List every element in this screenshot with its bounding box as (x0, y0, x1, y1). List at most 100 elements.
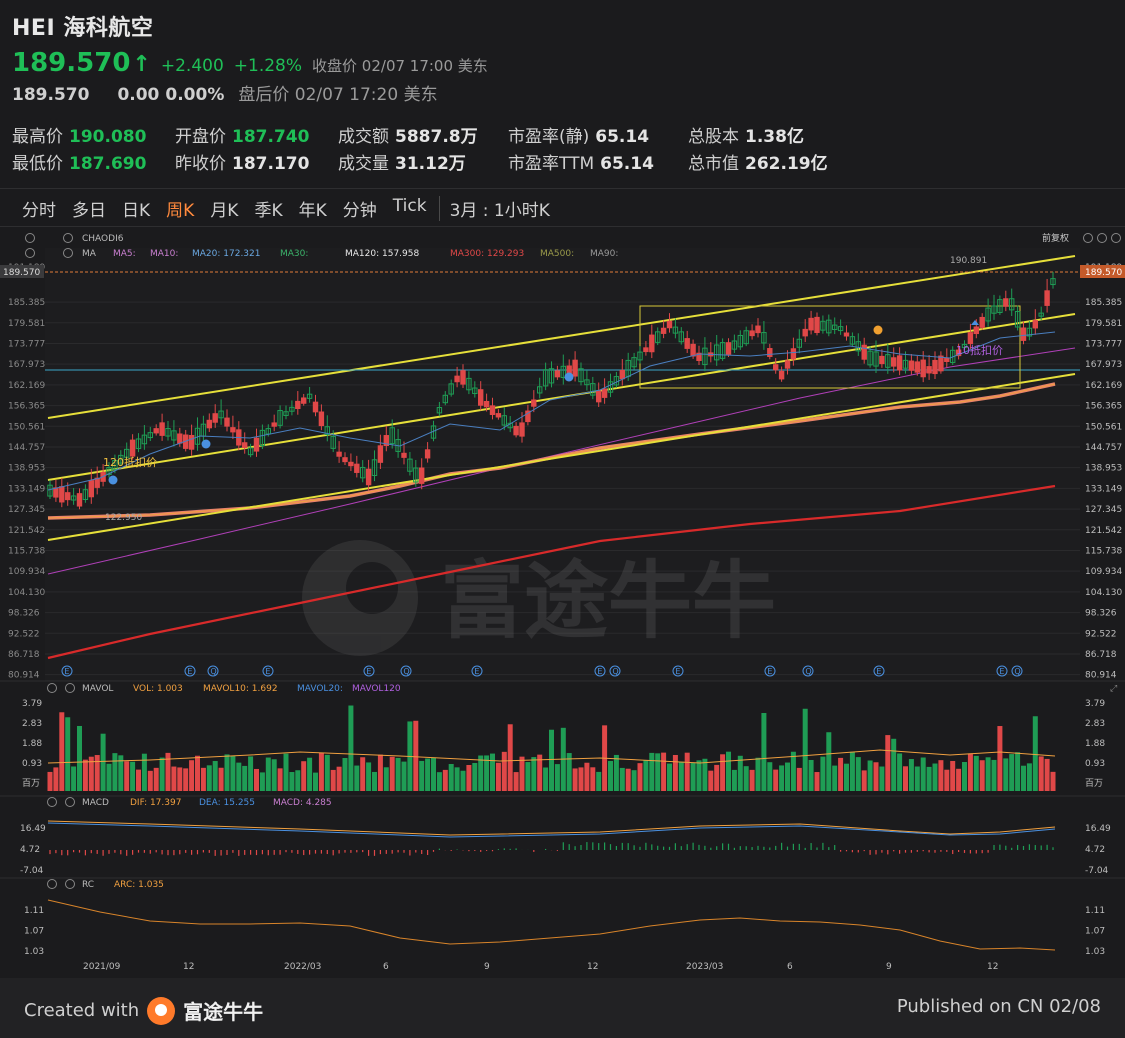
macd-bar (515, 848, 517, 850)
volume-bar (230, 755, 236, 791)
macd-bar (586, 842, 588, 850)
tab-monthly[interactable]: 月K (202, 196, 246, 221)
tab-multiday[interactable]: 多日 (64, 196, 114, 221)
volume-bar (136, 769, 141, 791)
tab-intraday[interactable]: 分时 (22, 196, 64, 221)
macd-bar (663, 846, 665, 850)
tab-quarterly[interactable]: 季K (246, 196, 290, 221)
macd-bar (309, 850, 311, 855)
vol-tick: 2.83 (1085, 719, 1105, 729)
candle-body (365, 468, 372, 486)
volume-bar (124, 761, 130, 791)
volume-bar (1009, 754, 1015, 791)
event-marker-icon[interactable] (108, 475, 118, 485)
settings-icon[interactable] (47, 797, 57, 807)
candle-body (767, 348, 773, 357)
volume-bar (183, 768, 189, 791)
plus-icon[interactable] (1111, 233, 1121, 243)
settings-icon[interactable] (25, 248, 35, 258)
tab-tick[interactable]: Tick (385, 196, 435, 221)
candle-body (460, 370, 466, 385)
macd-bar (1005, 845, 1007, 850)
minus-icon[interactable] (1097, 233, 1107, 243)
vol-tick: 0.93 (1085, 759, 1105, 769)
volume-bar (1003, 758, 1009, 791)
candle-body (1044, 290, 1050, 306)
vol-tick-left: 2.83 (22, 719, 42, 729)
candle-body (843, 332, 850, 337)
tab-minute[interactable]: 分钟 (335, 196, 385, 221)
macd-bar (822, 842, 824, 850)
macd-bar (297, 850, 299, 854)
minus-icon[interactable] (1083, 233, 1093, 243)
macd-bar (869, 850, 871, 855)
macd-tick-left: 4.72 (20, 845, 40, 855)
macd-bar (397, 850, 399, 853)
volume-bar (419, 760, 425, 791)
candle-body (1020, 327, 1027, 341)
macd-bar (78, 850, 81, 853)
price-tick: 86.718 (1085, 650, 1117, 660)
candle-body (242, 442, 248, 448)
macd-bar (84, 850, 86, 856)
settings-icon[interactable] (47, 683, 57, 693)
close-icon[interactable] (63, 233, 73, 243)
candle-body (932, 359, 938, 375)
volume-bar (867, 760, 873, 791)
macd-bar (468, 850, 470, 852)
tab-custom-period[interactable]: 3月 : 1小时K (438, 196, 558, 221)
macd-bar (899, 850, 901, 854)
last-price-tag-left-text: 189.570 (3, 268, 40, 278)
macd-bar (303, 850, 305, 856)
close-icon[interactable] (65, 879, 75, 889)
macd-bar (267, 850, 269, 856)
volume-bar (171, 766, 177, 791)
volume-bar (431, 757, 436, 791)
volume-bar (65, 717, 71, 791)
volume-bar (507, 724, 513, 791)
settings-icon[interactable] (25, 233, 35, 243)
close-icon[interactable] (65, 683, 75, 693)
tab-yearly[interactable]: 年K (291, 196, 335, 221)
tab-daily[interactable]: 日K (114, 196, 158, 221)
price-tick-left: 115.738 (8, 546, 45, 556)
price-change: +2.400 (160, 56, 224, 76)
candle-body (643, 347, 649, 353)
stat-pe-ttm: 市盈率TTM 65.14 (508, 154, 654, 174)
event-marker-icon[interactable] (873, 325, 883, 335)
settings-icon[interactable] (47, 879, 57, 889)
volume-bar (295, 770, 301, 791)
earnings-event-letter: Q (403, 667, 409, 676)
volume-bar (141, 753, 147, 791)
ma5: MA5: (113, 249, 136, 259)
vol-tick-left: 1.88 (22, 739, 42, 749)
macd-bar (350, 850, 352, 853)
chart-area[interactable]: 富途牛牛 CHAODI6 前复权 MA MA5: MA10: MA20: 172… (0, 228, 1125, 978)
volume-bar (737, 755, 743, 791)
volume-bar (672, 754, 678, 791)
macd-bar (958, 850, 960, 852)
volume-bar (708, 770, 714, 791)
expand-icon[interactable]: ⤢ (1109, 684, 1117, 694)
candle-body (596, 390, 602, 403)
rc-tick: 1.03 (1085, 947, 1105, 957)
tab-weekly[interactable]: 周K (158, 196, 202, 221)
event-marker-icon[interactable] (201, 439, 211, 449)
close-icon[interactable] (65, 797, 75, 807)
fq-toggle[interactable]: 前复权 (1042, 232, 1069, 244)
candle-body (212, 413, 218, 423)
volume-bar (159, 757, 165, 791)
macd-bar (668, 846, 671, 850)
macd-bar (503, 848, 505, 850)
macd-bar (291, 850, 293, 853)
candle-body (926, 366, 932, 374)
event-marker-icon[interactable] (564, 372, 574, 382)
kline-chart[interactable]: 富途牛牛 CHAODI6 前复权 MA MA5: MA10: MA20: 172… (0, 228, 1125, 978)
macd-bar (232, 850, 234, 853)
macd-bar (391, 850, 393, 854)
macd-bar (486, 850, 488, 851)
volume-bar (360, 757, 366, 791)
last-price: 189.570 (12, 48, 131, 78)
macd-bar (238, 850, 240, 856)
earnings-event-letter: E (366, 667, 371, 676)
